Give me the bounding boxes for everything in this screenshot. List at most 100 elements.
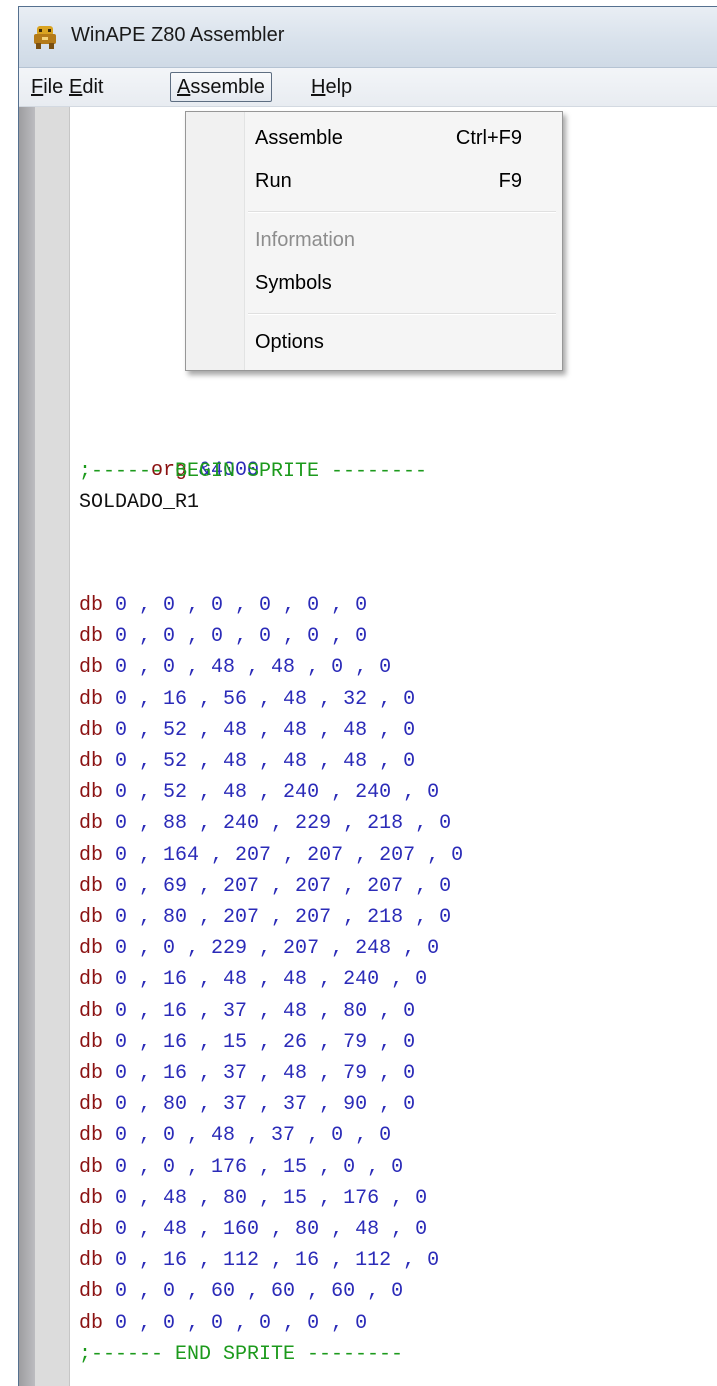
db-values: 0 , 16 , 15 , 26 , 79 , 0	[115, 1031, 416, 1054]
db-line[interactable]: db 0 , 0 , 48 , 37 , 0 , 0	[79, 1121, 391, 1151]
db-values: 0 , 48 , 80 , 15 , 176 , 0	[115, 1187, 428, 1210]
menu-edit-rest: dit	[82, 76, 104, 98]
line-gutter[interactable]	[35, 107, 70, 1386]
db-keyword: db	[79, 719, 104, 742]
db-values: 0 , 52 , 48 , 240 , 240 , 0	[115, 781, 440, 804]
menu-assemble-mnemonic: A	[177, 76, 191, 98]
db-line[interactable]: db 0 , 80 , 207 , 207 , 218 , 0	[79, 903, 451, 933]
db-values: 0 , 0 , 0 , 0 , 0 , 0	[115, 1312, 368, 1335]
db-line[interactable]: db 0 , 16 , 112 , 16 , 112 , 0	[79, 1246, 439, 1276]
db-values: 0 , 0 , 176 , 15 , 0 , 0	[115, 1156, 404, 1179]
db-keyword: db	[79, 875, 104, 898]
db-keyword: db	[79, 781, 104, 804]
db-values: 0 , 48 , 160 , 80 , 48 , 0	[115, 1218, 428, 1241]
sprite-label[interactable]: SOLDADO_R1	[79, 488, 199, 518]
db-keyword: db	[79, 656, 104, 679]
db-keyword: db	[79, 1312, 104, 1335]
db-keyword: db	[79, 1280, 104, 1303]
menu-item-information-label: Information	[255, 229, 356, 251]
db-line[interactable]: db 0 , 16 , 37 , 48 , 79 , 0	[79, 1059, 415, 1089]
db-line[interactable]: db 0 , 16 , 48 , 48 , 240 , 0	[79, 965, 427, 995]
menu-separator	[248, 313, 556, 315]
assembler-window: WinAPE Z80 Assembler File Edit Assemble …	[18, 6, 717, 1386]
db-keyword: db	[79, 688, 104, 711]
menu-help-rest: elp	[325, 76, 353, 98]
menu-item-options[interactable]: Options	[186, 322, 562, 362]
menu-help-mnemonic: H	[311, 76, 326, 98]
db-keyword: db	[79, 1031, 104, 1054]
db-line[interactable]: db 0 , 0 , 0 , 0 , 0 , 0	[79, 622, 367, 652]
title-bar[interactable]: WinAPE Z80 Assembler	[19, 7, 717, 68]
db-line[interactable]: db 0 , 0 , 0 , 0 , 0 , 0	[79, 1309, 367, 1339]
db-line[interactable]: db 0 , 0 , 176 , 15 , 0 , 0	[79, 1153, 403, 1183]
db-line[interactable]: db 0 , 48 , 160 , 80 , 48 , 0	[79, 1215, 427, 1245]
db-values: 0 , 52 , 48 , 48 , 48 , 0	[115, 719, 416, 742]
begin-sprite-comment[interactable]: ;------ BEGIN SPRITE --------	[79, 457, 427, 487]
menu-file[interactable]: File	[31, 74, 63, 100]
db-line[interactable]: db 0 , 69 , 207 , 207 , 207 , 0	[79, 872, 451, 902]
db-values: 0 , 0 , 48 , 37 , 0 , 0	[115, 1124, 392, 1147]
window-title: WinAPE Z80 Assembler	[71, 24, 285, 46]
menu-item-run[interactable]: Run F9	[186, 161, 562, 201]
assemble-dropdown-menu: Assemble Ctrl+F9 Run F9 Information Symb…	[185, 111, 563, 371]
db-values: 0 , 52 , 48 , 48 , 48 , 0	[115, 750, 416, 773]
db-line[interactable]: db 0 , 16 , 15 , 26 , 79 , 0	[79, 1028, 415, 1058]
db-line[interactable]: db 0 , 0 , 229 , 207 , 248 , 0	[79, 934, 439, 964]
menu-file-mnemonic: F	[31, 76, 44, 98]
db-line[interactable]: db 0 , 0 , 60 , 60 , 60 , 0	[79, 1277, 403, 1307]
db-line[interactable]: db 0 , 0 , 48 , 48 , 0 , 0	[79, 653, 391, 683]
db-keyword: db	[79, 906, 104, 929]
db-line[interactable]: db 0 , 48 , 80 , 15 , 176 , 0	[79, 1184, 427, 1214]
db-line[interactable]: db 0 , 0 , 0 , 0 , 0 , 0	[79, 591, 367, 621]
menu-item-assemble[interactable]: Assemble Ctrl+F9	[186, 118, 562, 158]
org-line[interactable]: org &4000	[79, 426, 259, 482]
menu-item-symbols-label: Symbols	[255, 272, 332, 294]
db-keyword: db	[79, 750, 104, 773]
db-values: 0 , 16 , 112 , 16 , 112 , 0	[115, 1249, 440, 1272]
menu-item-run-shortcut: F9	[498, 170, 522, 192]
db-line[interactable]: db 0 , 164 , 207 , 207 , 207 , 0	[79, 841, 463, 871]
menu-assemble-rest: ssemble	[190, 76, 265, 98]
menu-separator	[248, 211, 556, 213]
db-values: 0 , 16 , 37 , 48 , 79 , 0	[115, 1062, 416, 1085]
db-values: 0 , 164 , 207 , 207 , 207 , 0	[115, 844, 464, 867]
menu-bar: File Edit Assemble Help	[19, 68, 717, 107]
db-line[interactable]: db 0 , 52 , 48 , 48 , 48 , 0	[79, 747, 415, 777]
db-keyword: db	[79, 625, 104, 648]
db-values: 0 , 0 , 0 , 0 , 0 , 0	[115, 625, 368, 648]
db-line[interactable]: db 0 , 80 , 37 , 37 , 90 , 0	[79, 1090, 415, 1120]
db-keyword: db	[79, 968, 104, 991]
db-line[interactable]: db 0 , 52 , 48 , 48 , 48 , 0	[79, 716, 415, 746]
db-keyword: db	[79, 1156, 104, 1179]
menu-help[interactable]: Help	[311, 74, 352, 100]
db-line[interactable]: db 0 , 88 , 240 , 229 , 218 , 0	[79, 809, 451, 839]
db-line[interactable]: db 0 , 52 , 48 , 240 , 240 , 0	[79, 778, 439, 808]
db-keyword: db	[79, 1249, 104, 1272]
menu-edit[interactable]: Edit	[69, 74, 103, 100]
db-values: 0 , 0 , 0 , 0 , 0 , 0	[115, 594, 368, 617]
db-values: 0 , 80 , 207 , 207 , 218 , 0	[115, 906, 452, 929]
db-values: 0 , 16 , 56 , 48 , 32 , 0	[115, 688, 416, 711]
menu-item-symbols[interactable]: Symbols	[186, 263, 562, 303]
menu-item-information: Information	[186, 220, 562, 260]
editor-left-border	[19, 107, 35, 1386]
db-keyword: db	[79, 1000, 104, 1023]
db-keyword: db	[79, 1218, 104, 1241]
db-line[interactable]: db 0 , 16 , 56 , 48 , 32 , 0	[79, 685, 415, 715]
db-values: 0 , 80 , 37 , 37 , 90 , 0	[115, 1093, 416, 1116]
db-keyword: db	[79, 1187, 104, 1210]
db-values: 0 , 16 , 37 , 48 , 80 , 0	[115, 1000, 416, 1023]
menu-item-assemble-shortcut: Ctrl+F9	[455, 127, 522, 149]
menu-assemble[interactable]: Assemble	[170, 72, 272, 102]
winape-app-icon[interactable]	[31, 23, 59, 51]
db-values: 0 , 0 , 48 , 48 , 0 , 0	[115, 656, 392, 679]
db-keyword: db	[79, 1124, 104, 1147]
db-keyword: db	[79, 937, 104, 960]
db-values: 0 , 0 , 60 , 60 , 60 , 0	[115, 1280, 404, 1303]
db-values: 0 , 69 , 207 , 207 , 207 , 0	[115, 875, 452, 898]
end-sprite-comment[interactable]: ;------ END SPRITE --------	[79, 1340, 403, 1370]
menu-file-rest: ile	[43, 76, 64, 98]
db-line[interactable]: db 0 , 16 , 37 , 48 , 80 , 0	[79, 997, 415, 1027]
db-values: 0 , 0 , 229 , 207 , 248 , 0	[115, 937, 440, 960]
db-keyword: db	[79, 1062, 104, 1085]
